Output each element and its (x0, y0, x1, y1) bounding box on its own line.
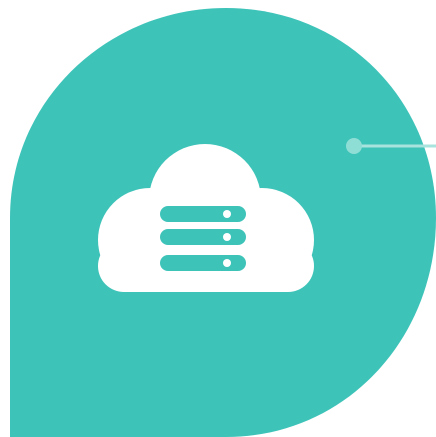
teardrop-shape (10, 8, 436, 437)
cloud-server-illustration (0, 0, 436, 437)
teardrop-fill (10, 8, 436, 437)
